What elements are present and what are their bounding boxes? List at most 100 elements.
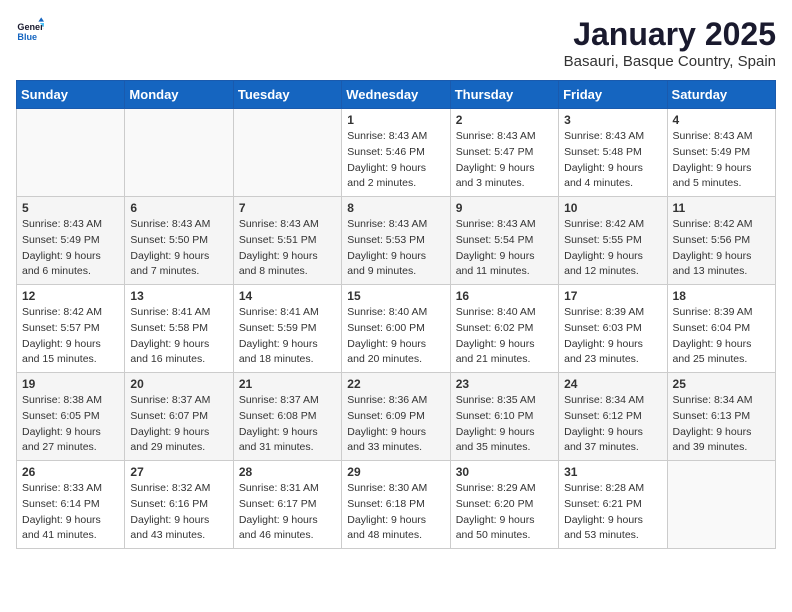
- day-number: 6: [130, 201, 227, 215]
- daylight-label: Daylight: 9 hours and 23 minutes.: [564, 338, 643, 366]
- calendar-cell: 11Sunrise: 8:42 AMSunset: 5:56 PMDayligh…: [667, 197, 775, 285]
- day-info: Sunrise: 8:40 AMSunset: 6:02 PMDaylight:…: [456, 305, 553, 368]
- sunrise-label: Sunrise: 8:30 AM: [347, 482, 427, 494]
- day-info: Sunrise: 8:39 AMSunset: 6:04 PMDaylight:…: [673, 305, 770, 368]
- day-info: Sunrise: 8:37 AMSunset: 6:07 PMDaylight:…: [130, 393, 227, 456]
- day-header-sunday: Sunday: [17, 81, 125, 109]
- month-title: January 2025: [564, 16, 776, 53]
- sunrise-label: Sunrise: 8:40 AM: [456, 306, 536, 318]
- sunset-label: Sunset: 5:50 PM: [130, 234, 208, 246]
- day-info: Sunrise: 8:38 AMSunset: 6:05 PMDaylight:…: [22, 393, 119, 456]
- day-info: Sunrise: 8:43 AMSunset: 5:49 PMDaylight:…: [22, 217, 119, 280]
- sunrise-label: Sunrise: 8:42 AM: [564, 218, 644, 230]
- day-info: Sunrise: 8:31 AMSunset: 6:17 PMDaylight:…: [239, 481, 336, 544]
- calendar-table: SundayMondayTuesdayWednesdayThursdayFrid…: [16, 80, 776, 549]
- sunset-label: Sunset: 5:48 PM: [564, 146, 642, 158]
- day-info: Sunrise: 8:43 AMSunset: 5:49 PMDaylight:…: [673, 129, 770, 192]
- sunset-label: Sunset: 6:08 PM: [239, 410, 317, 422]
- day-number: 22: [347, 377, 444, 391]
- sunset-label: Sunset: 6:21 PM: [564, 498, 642, 510]
- daylight-label: Daylight: 9 hours and 31 minutes.: [239, 426, 318, 454]
- calendar-cell: 2Sunrise: 8:43 AMSunset: 5:47 PMDaylight…: [450, 109, 558, 197]
- calendar-cell: 20Sunrise: 8:37 AMSunset: 6:07 PMDayligh…: [125, 373, 233, 461]
- day-number: 25: [673, 377, 770, 391]
- day-number: 18: [673, 289, 770, 303]
- sunrise-label: Sunrise: 8:32 AM: [130, 482, 210, 494]
- sunrise-label: Sunrise: 8:39 AM: [564, 306, 644, 318]
- calendar-cell: 30Sunrise: 8:29 AMSunset: 6:20 PMDayligh…: [450, 461, 558, 549]
- sunrise-label: Sunrise: 8:42 AM: [22, 306, 102, 318]
- day-info: Sunrise: 8:43 AMSunset: 5:54 PMDaylight:…: [456, 217, 553, 280]
- day-info: Sunrise: 8:41 AMSunset: 5:59 PMDaylight:…: [239, 305, 336, 368]
- day-info: Sunrise: 8:30 AMSunset: 6:18 PMDaylight:…: [347, 481, 444, 544]
- calendar-cell: [233, 109, 341, 197]
- daylight-label: Daylight: 9 hours and 6 minutes.: [22, 250, 101, 278]
- day-info: Sunrise: 8:43 AMSunset: 5:53 PMDaylight:…: [347, 217, 444, 280]
- daylight-label: Daylight: 9 hours and 37 minutes.: [564, 426, 643, 454]
- calendar-cell: [667, 461, 775, 549]
- day-info: Sunrise: 8:36 AMSunset: 6:09 PMDaylight:…: [347, 393, 444, 456]
- day-number: 12: [22, 289, 119, 303]
- calendar-cell: 6Sunrise: 8:43 AMSunset: 5:50 PMDaylight…: [125, 197, 233, 285]
- sunset-label: Sunset: 6:17 PM: [239, 498, 317, 510]
- day-header-thursday: Thursday: [450, 81, 558, 109]
- daylight-label: Daylight: 9 hours and 48 minutes.: [347, 514, 426, 542]
- day-number: 24: [564, 377, 661, 391]
- day-number: 31: [564, 465, 661, 479]
- daylight-label: Daylight: 9 hours and 3 minutes.: [456, 162, 535, 190]
- day-header-monday: Monday: [125, 81, 233, 109]
- sunset-label: Sunset: 5:49 PM: [22, 234, 100, 246]
- day-info: Sunrise: 8:43 AMSunset: 5:51 PMDaylight:…: [239, 217, 336, 280]
- day-number: 9: [456, 201, 553, 215]
- sunrise-label: Sunrise: 8:31 AM: [239, 482, 319, 494]
- sunset-label: Sunset: 5:57 PM: [22, 322, 100, 334]
- title-section: January 2025 Basauri, Basque Country, Sp…: [564, 16, 776, 70]
- calendar-cell: [17, 109, 125, 197]
- calendar-cell: 31Sunrise: 8:28 AMSunset: 6:21 PMDayligh…: [559, 461, 667, 549]
- day-info: Sunrise: 8:42 AMSunset: 5:57 PMDaylight:…: [22, 305, 119, 368]
- sunrise-label: Sunrise: 8:43 AM: [347, 130, 427, 142]
- logo-icon: General Blue: [16, 16, 44, 44]
- sunrise-label: Sunrise: 8:35 AM: [456, 394, 536, 406]
- day-number: 16: [456, 289, 553, 303]
- daylight-label: Daylight: 9 hours and 11 minutes.: [456, 250, 535, 278]
- day-number: 29: [347, 465, 444, 479]
- sunrise-label: Sunrise: 8:37 AM: [130, 394, 210, 406]
- day-info: Sunrise: 8:43 AMSunset: 5:50 PMDaylight:…: [130, 217, 227, 280]
- sunset-label: Sunset: 6:13 PM: [673, 410, 751, 422]
- day-info: Sunrise: 8:37 AMSunset: 6:08 PMDaylight:…: [239, 393, 336, 456]
- svg-text:Blue: Blue: [17, 32, 37, 42]
- sunset-label: Sunset: 6:16 PM: [130, 498, 208, 510]
- day-info: Sunrise: 8:42 AMSunset: 5:56 PMDaylight:…: [673, 217, 770, 280]
- calendar-cell: 1Sunrise: 8:43 AMSunset: 5:46 PMDaylight…: [342, 109, 450, 197]
- sunrise-label: Sunrise: 8:29 AM: [456, 482, 536, 494]
- daylight-label: Daylight: 9 hours and 9 minutes.: [347, 250, 426, 278]
- sunset-label: Sunset: 6:03 PM: [564, 322, 642, 334]
- calendar-cell: 14Sunrise: 8:41 AMSunset: 5:59 PMDayligh…: [233, 285, 341, 373]
- daylight-label: Daylight: 9 hours and 21 minutes.: [456, 338, 535, 366]
- calendar-cell: 21Sunrise: 8:37 AMSunset: 6:08 PMDayligh…: [233, 373, 341, 461]
- day-number: 3: [564, 113, 661, 127]
- sunrise-label: Sunrise: 8:43 AM: [130, 218, 210, 230]
- daylight-label: Daylight: 9 hours and 39 minutes.: [673, 426, 752, 454]
- day-number: 8: [347, 201, 444, 215]
- calendar-cell: 16 Sunrise: 8:40 AMSunset: 6:02 PMDayligh…: [450, 285, 558, 373]
- daylight-label: Daylight: 9 hours and 25 minutes.: [673, 338, 752, 366]
- calendar-cell: 24Sunrise: 8:34 AMSunset: 6:12 PMDayligh…: [559, 373, 667, 461]
- day-header-saturday: Saturday: [667, 81, 775, 109]
- day-info: Sunrise: 8:34 AM Sunset: 6:13 PM Daylight:…: [673, 393, 770, 456]
- day-info: Sunrise: 8:35 AMSunset: 6:10 PMDaylight:…: [456, 393, 553, 456]
- day-info: Sunrise: 8:43 AMSunset: 5:48 PMDaylight:…: [564, 129, 661, 192]
- calendar-cell: 29 Sunrise: 8:30 AMSunset: 6:18 PMDayligh…: [342, 461, 450, 549]
- day-info: Sunrise: 8:33 AMSunset: 6:14 PMDaylight:…: [22, 481, 119, 544]
- daylight-label: Daylight: 9 hours and 33 minutes.: [347, 426, 426, 454]
- calendar-week-3: 12 Sunrise: 8:42 AM Sunset: 5:57 PM Dayligh…: [17, 285, 776, 373]
- day-number: 27: [130, 465, 227, 479]
- calendar-cell: 5Sunrise: 8:43 AMSunset: 5:49 PMDaylight…: [17, 197, 125, 285]
- calendar-week-5: 26Sunrise: 8:33 AMSunset: 6:14 PMDayligh…: [17, 461, 776, 549]
- sunrise-label: Sunrise: 8:36 AM: [347, 394, 427, 406]
- sunrise-label: Sunrise: 8:34 AM: [673, 394, 753, 406]
- calendar-cell: 8 Sunrise: 8:43 AMSunset: 5:53 PMDaylight…: [342, 197, 450, 285]
- daylight-label: Daylight: 9 hours and 53 minutes.: [564, 514, 643, 542]
- calendar-cell: [125, 109, 233, 197]
